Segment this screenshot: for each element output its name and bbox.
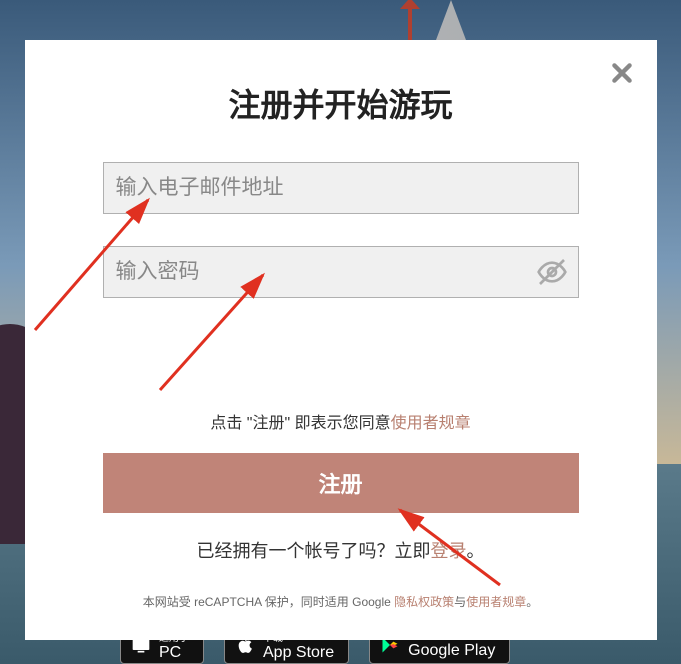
terms-link[interactable]: 使用者规章	[391, 415, 471, 432]
password-wrap	[103, 246, 579, 298]
login-text: 已经拥有一个帐号了吗？立即登录。	[103, 537, 579, 563]
recaptcha-and: 与	[454, 595, 466, 609]
email-wrap	[103, 162, 579, 214]
modal-title: 注册并开始游玩	[103, 80, 579, 126]
login-prefix: 已经拥有一个帐号了吗？立即	[197, 541, 431, 561]
eye-off-icon	[536, 256, 568, 288]
terms-link-2[interactable]: 使用者规章	[466, 595, 526, 609]
recaptcha-prefix: 本网站受 reCAPTCHA 保护，同时适用 Google	[143, 595, 394, 609]
signup-modal: 注册并开始游玩 点击 "注册" 即表示您同意使用者规章 注册 已经拥有一个帐号了…	[25, 40, 657, 640]
close-button[interactable]	[609, 60, 635, 86]
recaptcha-suffix: 。	[526, 595, 538, 609]
recaptcha-text: 本网站受 reCAPTCHA 保护，同时适用 Google 隐私权政策与使用者规…	[103, 593, 579, 610]
toggle-password-button[interactable]	[536, 256, 568, 288]
privacy-link[interactable]: 隐私权政策	[394, 595, 454, 609]
agree-prefix: 点击 "注册" 即表示您同意	[210, 415, 390, 432]
login-suffix: 。	[467, 541, 485, 561]
password-input[interactable]	[104, 250, 536, 294]
modal-backdrop: 注册并开始游玩 点击 "注册" 即表示您同意使用者规章 注册 已经拥有一个帐号了…	[0, 0, 681, 664]
login-link[interactable]: 登录	[431, 541, 467, 561]
agree-text: 点击 "注册" 即表示您同意使用者规章	[103, 409, 579, 433]
email-input[interactable]	[104, 166, 578, 210]
submit-button[interactable]: 注册	[103, 453, 579, 513]
close-icon	[609, 60, 635, 86]
